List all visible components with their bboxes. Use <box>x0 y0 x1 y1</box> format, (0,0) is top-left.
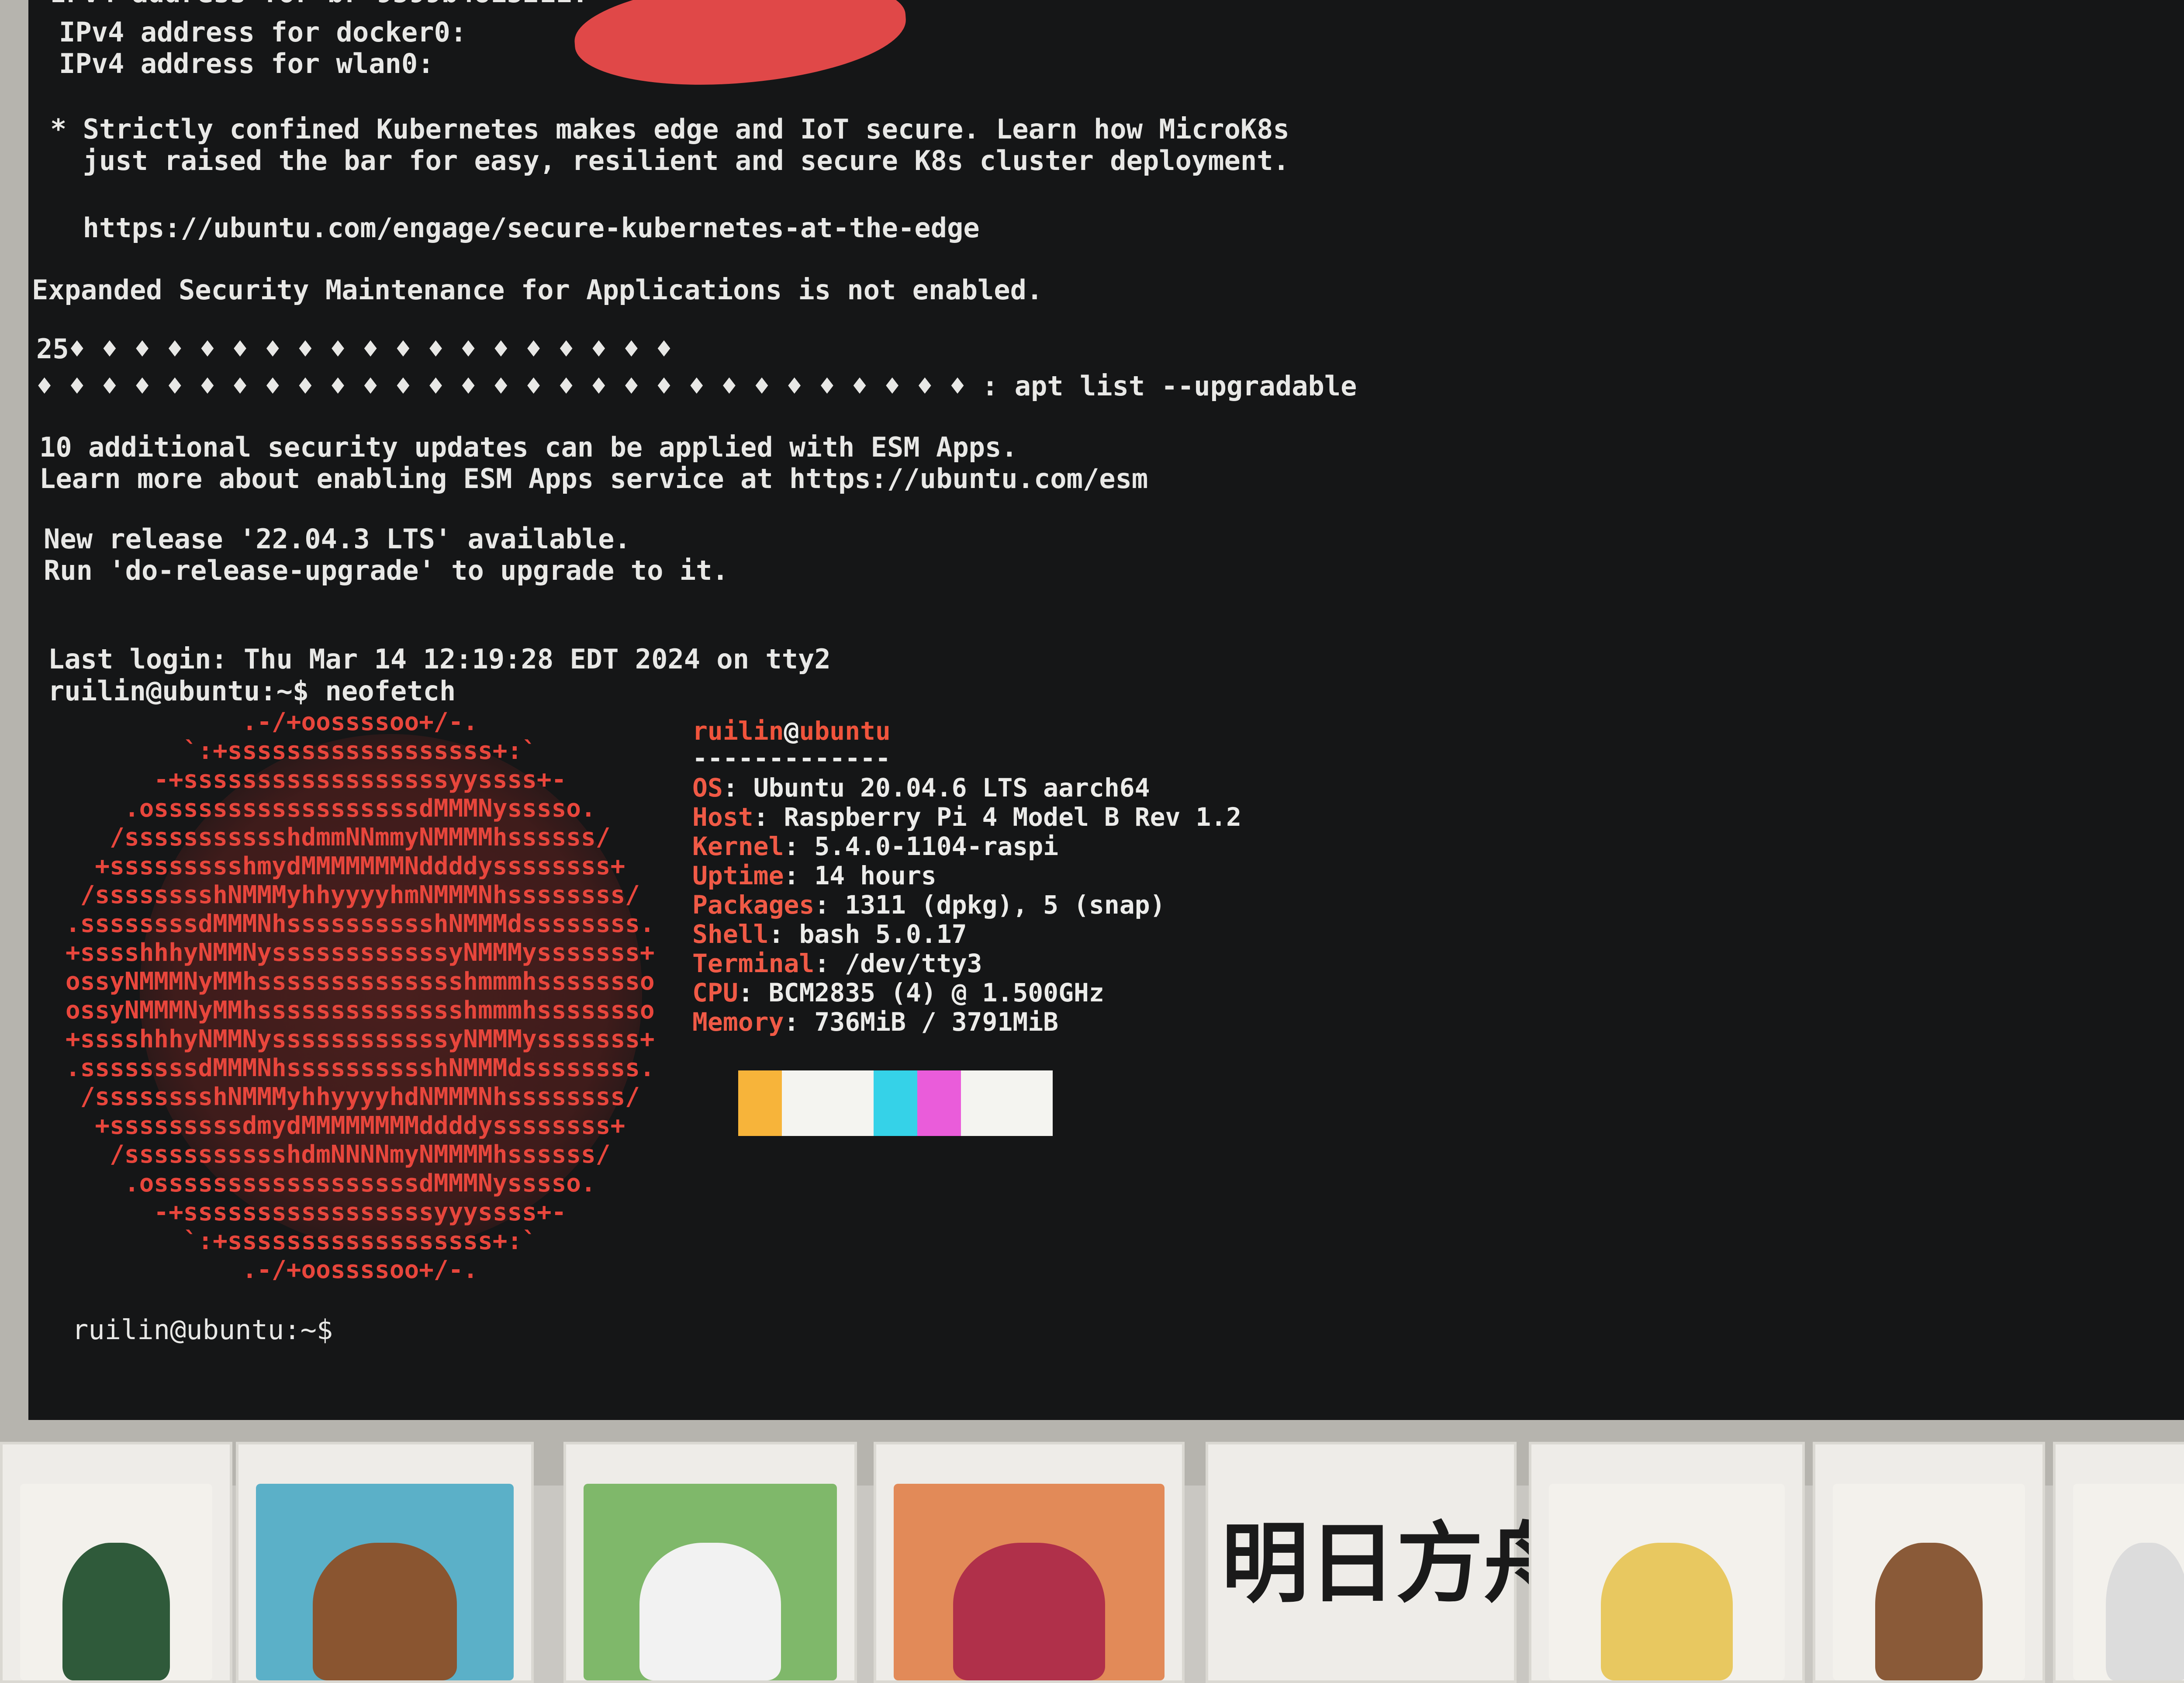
neofetch-field-value: BCM2835 (4) @ 1.500GHz <box>768 978 1104 1008</box>
neofetch-field-value: 736MiB / 3791MiB <box>814 1007 1059 1037</box>
ipv4-bridge-line: IPv4 address for br-9599b4815211: <box>50 0 588 8</box>
final-prompt[interactable]: ruilin@ubuntu:~$ <box>72 1315 333 1345</box>
logo-line: .ossssssssssssssssssdMMMNysssso. <box>66 1169 596 1198</box>
neofetch-field-value: 1311 (dpkg), 5 (snap) <box>845 890 1165 920</box>
neofetch-field: Uptime: 14 hours <box>692 861 936 890</box>
neofetch-field: OS: Ubuntu 20.04.6 LTS aarch64 <box>692 773 1150 803</box>
logo-line: ossyNMMMNyMMhsssssssssssssshmmmhssssssso <box>66 967 655 996</box>
neofetch-field-key: Shell <box>692 919 769 949</box>
sticker-strip: 明日方舟 <box>0 1442 2184 1683</box>
sticker-brown-hair-character <box>1813 1442 2045 1683</box>
ipv4-docker-line: IPv4 address for docker0: <box>59 16 467 48</box>
neofetch-field-value: Ubuntu 20.04.6 LTS aarch64 <box>753 773 1150 803</box>
last-login-line: Last login: Thu Mar 14 12:19:28 EDT 2024… <box>48 643 831 675</box>
neofetch-field-colon: : <box>784 1007 815 1037</box>
neofetch-field: Shell: bash 5.0.17 <box>692 920 967 949</box>
neofetch-field-colon: : <box>738 978 769 1008</box>
microk8s-line-1: * Strictly confined Kubernetes makes edg… <box>50 113 1289 145</box>
logo-line: +sssssssssdmydMMMMMMMMddddyssssssss+ <box>66 1112 625 1140</box>
neofetch-field-key: Memory <box>692 1007 784 1037</box>
sticker-arknights-logo: 明日方舟 <box>1206 1442 1571 1683</box>
neofetch-field: Memory: 736MiB / 3791MiB <box>692 1008 1058 1037</box>
neofetch-field-key: Kernel <box>692 831 784 861</box>
neofetch-field-key: OS <box>692 773 723 803</box>
neofetch-field-value: Raspberry Pi 4 Model B Rev 1.2 <box>784 802 1242 832</box>
neofetch-field-colon: : <box>768 919 799 949</box>
palette-swatch <box>782 1070 828 1136</box>
microk8s-url: https://ubuntu.com/engage/secure-kuberne… <box>50 212 980 244</box>
logo-line: +sssshhhyNMMNyssssssssssssyNMMMysssssss+ <box>66 938 655 967</box>
sticker-green-hair-character <box>0 1442 232 1683</box>
neofetch-field-colon: : <box>784 831 815 861</box>
palette-swatch <box>1007 1070 1053 1136</box>
logo-line: .ossssssssssssssssssdMMMNysssso. <box>66 794 596 823</box>
logo-line: /ssssssssssshdmmNNmmyNMMMMhssssss/ <box>66 823 611 852</box>
neofetch-field-key: Host <box>692 802 753 832</box>
neofetch-field-colon: : <box>784 861 815 890</box>
logo-line: /sssssssshNMMMyhhyyyyhmNMMMNhssssssss/ <box>66 881 640 909</box>
sticker-white-cat-ear-character <box>563 1442 857 1683</box>
logo-line: -+sssssssssssssssssyyyssss+- <box>66 1198 567 1226</box>
neofetch-command-line: ruilin@ubuntu:~$ neofetch <box>48 675 456 707</box>
sticker-halo-character <box>874 1442 1185 1683</box>
sticker-bunny-ear-character <box>236 1442 534 1683</box>
logo-line: /ssssssssssshdmNNNNmyNMMMMhssssss/ <box>66 1140 611 1169</box>
palette-swatch <box>917 1070 961 1136</box>
neofetch-field: Kernel: 5.4.0-1104-raspi <box>692 832 1058 861</box>
neofetch-field-value: 5.4.0-1104-raspi <box>814 831 1059 861</box>
logo-line: +ssssssssshmydMMMMMMMNddddyssssssss+ <box>66 852 625 880</box>
logo-line: .ssssssssdMMMNhsssssssssshNMMMdssssssss. <box>66 910 655 938</box>
neofetch-field: Packages: 1311 (dpkg), 5 (snap) <box>692 890 1165 920</box>
logo-line: /sssssssshNMMMyhhyyyyhdNMMMNhssssssss/ <box>66 1083 640 1111</box>
palette-swatch <box>738 1070 782 1136</box>
microk8s-line-2: just raised the bar for easy, resilient … <box>50 145 1289 177</box>
palette-swatch <box>828 1070 874 1136</box>
ubuntu-ascii-logo: .-/+oossssoo+/-. `:+ssssssssssssssssss+:… <box>66 708 708 1293</box>
neofetch-field-colon: : <box>814 890 845 920</box>
neofetch-field-colon: : <box>814 949 845 978</box>
arknights-title: 明日方舟 <box>1221 1512 1571 1615</box>
logo-line: ossyNMMMNyMMhsssssssssssssshmmmhssssssso <box>66 996 655 1025</box>
neofetch-field-key: Packages <box>692 890 815 920</box>
logo-line: +sssshhhyNMMNyssssssssssssyNMMMysssssss+ <box>66 1025 655 1053</box>
sticker-white-hair-character <box>2053 1442 2184 1683</box>
redaction-mark <box>571 0 910 95</box>
logo-line: .ssssssssdMMMNhsssssssssshNMMMdssssssss. <box>66 1054 655 1082</box>
logo-line: .-/+oossssoo+/-. <box>66 708 478 736</box>
logo-line: `:+ssssssssssssssssss+:` <box>66 1227 537 1255</box>
neofetch-user: ruilin <box>692 716 784 746</box>
neofetch-field-colon: : <box>722 773 753 803</box>
esm-updates-line-1: 10 additional security updates can be ap… <box>39 431 1018 463</box>
logo-line: -+ssssssssssssssssssyyssss+- <box>66 765 567 794</box>
neofetch-field-value: bash 5.0.17 <box>799 919 967 949</box>
garbled-line-2: ♦ ♦ ♦ ♦ ♦ ♦ ♦ ♦ ♦ ♦ ♦ ♦ ♦ ♦ ♦ ♦ ♦ ♦ ♦ ♦ … <box>36 370 1357 402</box>
esm-notice: Expanded Security Maintenance for Applic… <box>32 274 1043 306</box>
logo-line: .-/+oossssoo+/-. <box>66 1256 478 1284</box>
neofetch-host: ubuntu <box>799 716 891 746</box>
garbled-line-1: 25♦ ♦ ♦ ♦ ♦ ♦ ♦ ♦ ♦ ♦ ♦ ♦ ♦ ♦ ♦ ♦ ♦ ♦ ♦ <box>36 333 672 365</box>
sticker-blonde-character <box>1529 1442 1805 1683</box>
neofetch-at: @ <box>784 716 799 746</box>
release-upgrade-line: Run 'do-release-upgrade' to upgrade to i… <box>44 554 729 586</box>
new-release-line: New release '22.04.3 LTS' available. <box>44 523 631 555</box>
terminal-screen[interactable]: IPv4 address for br-9599b4815211: IPv4 a… <box>28 0 2184 1420</box>
neofetch-separator: ------------- <box>692 743 891 773</box>
esm-updates-line-2: Learn more about enabling ESM Apps servi… <box>39 463 1148 495</box>
neofetch-field-colon: : <box>753 802 784 832</box>
ipv4-wlan-line: IPv4 address for wlan0: <box>59 48 434 80</box>
palette-swatch <box>874 1070 917 1136</box>
neofetch-field-key: Terminal <box>692 949 815 978</box>
neofetch-field-value: 14 hours <box>814 861 936 890</box>
neofetch-field-key: CPU <box>692 978 738 1008</box>
logo-line: `:+ssssssssssssssssss+:` <box>66 737 537 765</box>
neofetch-field: Host: Raspberry Pi 4 Model B Rev 1.2 <box>692 803 1241 832</box>
neofetch-field: CPU: BCM2835 (4) @ 1.500GHz <box>692 978 1104 1008</box>
neofetch-field: Terminal: /dev/tty3 <box>692 949 982 978</box>
neofetch-field-key: Uptime <box>692 861 784 890</box>
palette-swatch <box>961 1070 1007 1136</box>
color-palette <box>738 1070 1053 1136</box>
neofetch-user-host: ruilin@ubuntu <box>692 717 891 746</box>
neofetch-field-value: /dev/tty3 <box>845 949 982 978</box>
